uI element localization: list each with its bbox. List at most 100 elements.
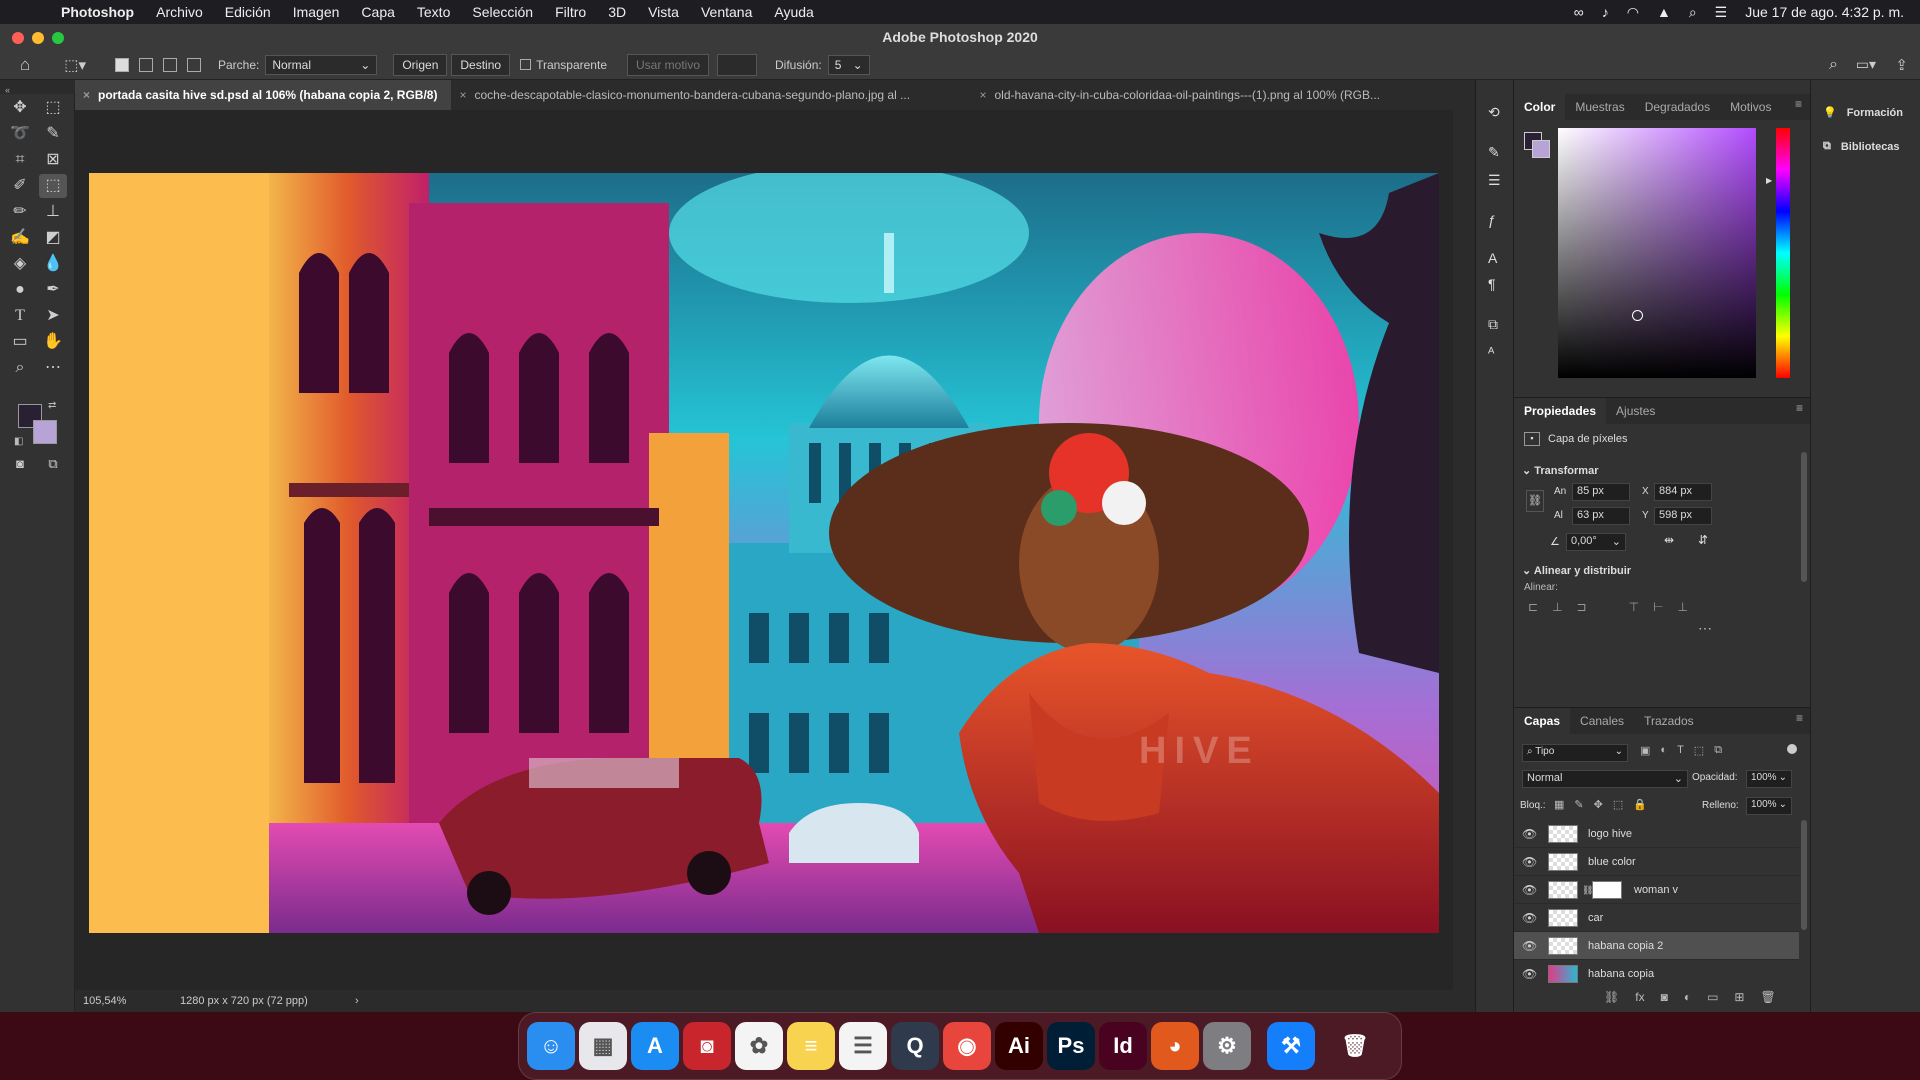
search-icon[interactable]: ⌕ — [1829, 56, 1838, 74]
more-options-icon[interactable]: ⋯ — [1698, 620, 1712, 637]
blend-mode-select[interactable]: Normal ⌄ — [1522, 770, 1688, 788]
align-bottom-icon[interactable]: ⊥ — [1677, 600, 1687, 614]
align-section-header[interactable]: ⌄ Alinear y distribuir — [1522, 564, 1631, 577]
pattern-picker[interactable] — [717, 53, 758, 76]
gradient-tool-icon[interactable]: ◈ — [6, 252, 34, 276]
dock-reminders-icon[interactable]: ☰ — [839, 1022, 887, 1070]
visibility-eye-icon[interactable]: 👁 — [1522, 876, 1537, 904]
height-field[interactable]: 63 px — [1572, 507, 1630, 525]
close-tab-icon[interactable]: × — [979, 88, 986, 102]
tab-channels[interactable]: Canales — [1570, 708, 1634, 734]
close-window-button[interactable] — [12, 32, 24, 44]
layers-scrollbar[interactable] — [1801, 820, 1807, 930]
lock-artboard-icon[interactable]: ⬚ — [1613, 798, 1623, 811]
panel-menu-icon[interactable]: ≡ — [1796, 401, 1803, 415]
intersect-selection-icon[interactable] — [186, 57, 201, 72]
menu-seleccion[interactable]: Selección — [461, 4, 544, 20]
history-brush-tool-icon[interactable]: ✍ — [6, 226, 34, 250]
color-field[interactable] — [1558, 128, 1756, 378]
background-color-swatch[interactable] — [33, 420, 57, 444]
link-icon[interactable]: ⛓ — [1526, 490, 1544, 512]
lock-position-icon[interactable]: ✥ — [1594, 798, 1603, 811]
close-tab-icon[interactable]: × — [83, 88, 90, 102]
lasso-tool-icon[interactable]: ➰ — [6, 122, 34, 146]
layer-mask-thumbnail[interactable] — [1592, 881, 1622, 899]
quick-mask-icon[interactable]: ◙ — [6, 452, 34, 476]
flip-vertical-icon[interactable]: ⇵ — [1698, 533, 1708, 547]
tab-layers[interactable]: Capas — [1514, 708, 1571, 734]
filter-adjustment-icon[interactable]: ◐ — [1660, 744, 1667, 757]
close-tab-icon[interactable]: × — [459, 88, 466, 102]
align-right-icon[interactable]: ⊐ — [1577, 600, 1587, 614]
dock-firefox-icon[interactable]: ◕ — [1151, 1022, 1199, 1070]
y-field[interactable]: 598 px — [1654, 507, 1712, 525]
layer-row-logo-hive[interactable]: 👁 logo hive — [1514, 820, 1799, 848]
styles-fx-icon[interactable]: ƒ — [1488, 212, 1496, 228]
opacity-field[interactable]: 100% ⌄ — [1746, 770, 1792, 788]
hand-tool-icon[interactable]: ✋ — [39, 330, 67, 354]
history-panel-icon[interactable]: ⟲ — [1488, 104, 1500, 121]
menubar-clock[interactable]: Jue 17 de ago. 4:32 p. m. — [1745, 4, 1904, 20]
libraries-item[interactable]: ⧉ Bibliotecas — [1823, 140, 1900, 153]
dock-system-preferences-icon[interactable]: ⚙ — [1203, 1022, 1251, 1070]
flip-horizontal-icon[interactable]: ⇹ — [1664, 533, 1674, 547]
visibility-eye-icon[interactable]: 👁 — [1522, 820, 1537, 848]
tab-patterns[interactable]: Motivos — [1720, 94, 1781, 120]
hue-slider[interactable] — [1776, 128, 1790, 378]
color-background-swatch[interactable] — [1532, 140, 1550, 158]
spotlight-icon[interactable]: ⌕ — [1689, 4, 1697, 21]
color-picker-cursor[interactable] — [1632, 310, 1643, 321]
panel-menu-icon[interactable]: ≡ — [1795, 97, 1802, 111]
filter-smart-object-icon[interactable]: ⧉ — [1714, 744, 1722, 757]
filter-shape-icon[interactable]: ⬚ — [1694, 744, 1704, 757]
menu-texto[interactable]: Texto — [406, 4, 461, 20]
x-field[interactable]: 884 px — [1654, 483, 1712, 501]
paragraph-panel-icon[interactable]: ¶ — [1488, 276, 1496, 292]
menu-archivo[interactable]: Archivo — [145, 4, 214, 20]
layer-filter-select[interactable]: ⌕ Tipo ⌄ — [1522, 744, 1628, 762]
layer-row-habana-copia[interactable]: 👁 habana copia — [1514, 960, 1799, 984]
dock-photos-icon[interactable]: ✿ — [735, 1022, 783, 1070]
home-icon[interactable]: ⌂ — [20, 55, 30, 75]
adjustments-icon[interactable]: ☰ — [1488, 172, 1501, 189]
layer-row-habana-copia-2[interactable]: 👁 habana copia 2 — [1514, 932, 1799, 960]
brush-settings-icon[interactable]: ✎ — [1488, 144, 1500, 161]
dock-app-store-icon[interactable]: A — [631, 1022, 679, 1070]
adjustment-layer-icon[interactable]: ◐ — [1684, 990, 1691, 1004]
dock-finder-icon[interactable]: ☺ — [527, 1022, 575, 1070]
quick-selection-tool-icon[interactable]: ✎ — [39, 122, 67, 146]
filter-toggle[interactable] — [1787, 744, 1797, 754]
default-colors-icon[interactable]: ◧ — [14, 436, 23, 447]
add-selection-icon[interactable] — [138, 57, 153, 72]
character-styles-icon[interactable]: ᴬ — [1488, 344, 1494, 360]
tab-gradients[interactable]: Degradados — [1635, 94, 1720, 120]
zoom-window-button[interactable] — [52, 32, 64, 44]
zoom-tool-icon[interactable]: ⌕ — [6, 356, 34, 380]
dock-trash-icon[interactable]: 🗑 — [1331, 1022, 1379, 1070]
minimize-window-button[interactable] — [32, 32, 44, 44]
airplay-icon[interactable]: ▲ — [1657, 4, 1671, 20]
transform-section-header[interactable]: ⌄ Transformar — [1522, 464, 1598, 477]
rectangle-tool-icon[interactable]: ▭ — [6, 330, 34, 354]
eyedropper-tool-icon[interactable]: ✐ — [6, 174, 34, 198]
chevron-right-icon[interactable]: › — [355, 990, 359, 1012]
type-tool-icon[interactable]: T — [6, 304, 34, 328]
dodge-tool-icon[interactable]: ● — [6, 278, 34, 302]
lock-transparency-icon[interactable]: ▦ — [1554, 798, 1564, 811]
marquee-tool-icon[interactable]: ⬚ — [39, 96, 67, 120]
path-selection-tool-icon[interactable]: ➤ — [39, 304, 67, 328]
crop-tool-icon[interactable]: ⌗ — [6, 148, 34, 172]
blur-tool-icon[interactable]: 💧 — [39, 252, 67, 276]
visibility-eye-icon[interactable]: 👁 — [1522, 932, 1537, 960]
patch-tool-icon[interactable]: ⬚ — [39, 174, 67, 198]
new-group-icon[interactable]: ▭ — [1707, 990, 1718, 1004]
lock-all-icon[interactable]: 🔒 — [1633, 798, 1647, 811]
panel-menu-icon[interactable]: ≡ — [1796, 711, 1803, 725]
tab-old-havana[interactable]: × old-havana-city-in-cuba-coloridaa-oil-p… — [971, 80, 1441, 110]
diffusion-input[interactable]: 5 ⌄ — [827, 54, 870, 75]
tab-coche[interactable]: × coche-descapotable-clasico-monumento-ba… — [451, 80, 971, 110]
dock-photoshop-icon[interactable]: Ps — [1047, 1022, 1095, 1070]
align-center-h-icon[interactable]: ⊥ — [1552, 600, 1562, 614]
use-pattern-button[interactable]: Usar motivo — [627, 53, 710, 76]
source-button[interactable]: Origen — [393, 53, 448, 76]
